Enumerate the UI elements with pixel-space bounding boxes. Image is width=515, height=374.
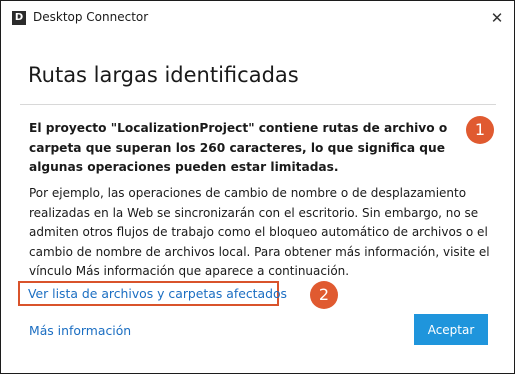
- heading-divider: [20, 104, 496, 105]
- callout-badge-1: 1: [466, 116, 494, 144]
- accept-button[interactable]: Aceptar: [414, 314, 488, 345]
- dialog-window: D Desktop Connector ✕ Rutas largas ident…: [0, 0, 515, 374]
- callout-badge-2: 2: [310, 281, 338, 309]
- long-paths-warning-text: El proyecto "LocalizationProject" contie…: [29, 121, 448, 174]
- window-title: Desktop Connector: [33, 10, 149, 24]
- dialog-heading: Rutas largas identificadas: [28, 63, 299, 87]
- close-icon: ✕: [490, 9, 504, 27]
- view-affected-files-link[interactable]: Ver lista de archivos y carpetas afectad…: [28, 286, 287, 301]
- desktop-connector-app-icon: D: [12, 11, 26, 25]
- details-text: Por ejemplo, las operaciones de cambio d…: [29, 186, 490, 278]
- more-info-link[interactable]: Más información: [29, 323, 131, 338]
- close-button[interactable]: ✕: [480, 1, 514, 35]
- title-bar[interactable]: D Desktop Connector ✕: [1, 1, 514, 35]
